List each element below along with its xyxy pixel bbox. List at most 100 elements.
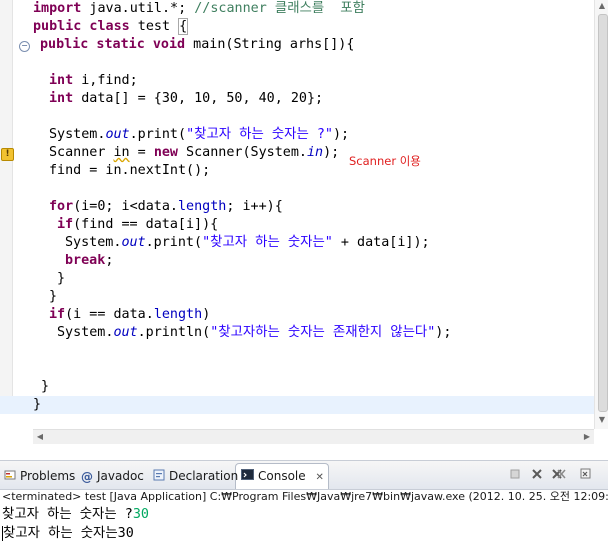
console-output-line-1[interactable]: 찾고자 하는 숫자는 ?30 <box>2 505 149 524</box>
code-text: data[] = {30, 10, 50, 40, 20}; <box>73 91 324 106</box>
keyword: break <box>65 253 106 268</box>
at-sign-icon: @ <box>81 469 93 484</box>
keyword: if <box>57 217 74 232</box>
tab-label: Console <box>258 469 306 483</box>
code-text: .print( <box>145 235 203 250</box>
code-text: Scanner <box>49 145 114 160</box>
matching-bracket: { <box>178 18 189 35</box>
annotation-note: Scanner 이용 <box>349 154 421 168</box>
scroll-right-icon[interactable]: ▶ <box>580 430 594 444</box>
keyword: public static void <box>40 37 186 52</box>
string-literal: "찾고자 하는 숫자는 ?" <box>186 127 333 142</box>
warning-variable: in <box>113 145 130 160</box>
terminate-icon[interactable] <box>508 468 522 482</box>
tab-problems[interactable]: Problems <box>4 466 75 486</box>
code-line-10: find = in.nextInt(); <box>49 162 210 180</box>
keyword: for <box>49 199 74 214</box>
code-text: java.util.*; <box>81 1 195 16</box>
code-text: ; i++){ <box>226 199 283 214</box>
console-output: 찾고자 하는 숫자는30 <box>3 526 134 541</box>
code-text: ) <box>202 307 211 322</box>
scroll-left-icon[interactable]: ◀ <box>33 430 47 444</box>
code-text: find = in.nextInt(); <box>49 163 211 178</box>
code-line-22: } <box>41 378 49 396</box>
code-line-9: Scanner in = new Scanner(System.in); <box>49 144 339 162</box>
code-line-12: for(i=0; i<data.length; i++){ <box>49 198 283 216</box>
code-text: ); <box>323 145 340 160</box>
code-line-19: System.out.println("찾고자하는 숫자는 존재한지 않는다")… <box>57 324 451 342</box>
code-text: (i=0; i<data. <box>73 199 178 214</box>
keyword: import <box>33 1 82 16</box>
code-text: ; <box>105 253 114 268</box>
static-field: out <box>113 325 138 340</box>
field: length <box>178 199 227 214</box>
current-line-highlight <box>0 396 594 414</box>
code-text: (i == data. <box>65 307 154 322</box>
console-status: <terminated> test [Java Application] C:₩… <box>2 490 608 503</box>
string-literal: "찾고자 하는 숫자는" <box>202 235 333 250</box>
code-line-2: public class test { <box>33 18 189 36</box>
code-line-23: } <box>33 396 41 414</box>
problems-icon <box>4 467 16 487</box>
code-line-3: public static void main(String arhs[]){ <box>40 36 354 54</box>
vertical-scrollbar[interactable]: ▲ ▼ <box>594 0 608 429</box>
code-text: + data[i]); <box>332 235 430 250</box>
code-line-14: System.out.print("찾고자 하는 숫자는" + data[i])… <box>65 234 430 252</box>
code-text: ); <box>333 127 350 142</box>
warning-marker-icon[interactable]: ! <box>1 148 14 161</box>
keyword: int <box>49 73 74 88</box>
remove-all-icon[interactable] <box>552 468 566 482</box>
string-literal: "찾고자하는 숫자는 존재한지 않는다" <box>210 325 436 340</box>
comment: //scanner 클래스를 포함 <box>194 1 365 16</box>
keyword: if <box>49 307 66 322</box>
code-text: main(String arhs[]){ <box>185 37 355 52</box>
code-text: System. <box>65 235 122 250</box>
code-line-15: break; <box>65 252 113 270</box>
scrollbar-thumb[interactable] <box>598 14 608 412</box>
code-text: i,find; <box>73 73 138 88</box>
keyword: public class <box>33 19 130 34</box>
declaration-icon <box>153 467 165 487</box>
code-line-5: int i,find; <box>49 72 138 90</box>
code-text: Scanner(System. <box>178 145 307 160</box>
fold-collapse-icon[interactable]: − <box>19 41 30 52</box>
tab-console[interactable]: Console ✕ <box>241 466 324 486</box>
tab-label: Problems <box>20 469 76 483</box>
close-tab-icon[interactable]: ✕ <box>315 472 323 483</box>
code-text: } <box>41 379 50 394</box>
tab-declaration[interactable]: Declaration <box>153 466 238 486</box>
horizontal-scrollbar[interactable]: ◀ ▶ <box>33 429 594 444</box>
code-line-17: } <box>49 288 57 306</box>
code-editor[interactable]: − ! import java.util.*; //scanner 클래스를 포… <box>0 0 608 458</box>
keyword: new <box>153 145 178 160</box>
code-text: .println( <box>137 325 211 340</box>
console-menu-icon[interactable] <box>580 468 594 482</box>
console-prompt: 찾고자 하는 숫자는 ? <box>2 507 133 522</box>
console-user-input: 30 <box>132 507 149 522</box>
code-line-16: } <box>57 270 65 288</box>
code-text: System. <box>57 325 114 340</box>
scroll-down-icon[interactable]: ▼ <box>595 414 608 426</box>
views-tab-bar: Problems @ Javadoc Declaration Console ✕ <box>0 460 608 490</box>
code-text: } <box>49 289 58 304</box>
console-icon <box>241 467 254 487</box>
code-text: } <box>57 271 66 286</box>
code-line-6: int data[] = {30, 10, 50, 40, 20}; <box>49 90 323 108</box>
code-line-1: import java.util.*; //scanner 클래스를 포함 <box>33 0 365 18</box>
static-field: in <box>307 145 324 160</box>
code-text: = <box>129 145 154 160</box>
code-text: } <box>33 397 42 412</box>
static-field: out <box>105 127 130 142</box>
tab-javadoc[interactable]: @ Javadoc <box>81 466 144 486</box>
keyword: int <box>49 91 74 106</box>
tab-label: Javadoc <box>97 469 144 483</box>
code-text: .print( <box>129 127 187 142</box>
scroll-up-icon[interactable]: ▲ <box>595 0 608 12</box>
static-field: out <box>121 235 146 250</box>
code-text: (find == data[i]){ <box>73 217 219 232</box>
code-line-13: if(find == data[i]){ <box>57 216 218 234</box>
console-output-line-2[interactable]: 찾고자 하는 숫자는30 <box>2 524 134 543</box>
code-text: ); <box>435 325 452 340</box>
code-text: System. <box>49 127 106 142</box>
remove-launch-icon[interactable] <box>530 468 544 482</box>
